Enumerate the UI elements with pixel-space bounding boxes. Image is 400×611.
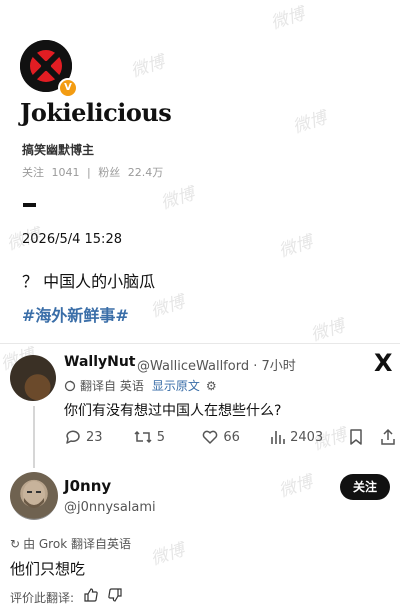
rate-translation-row: 评价此翻译: (10, 588, 122, 606)
share-button[interactable] (380, 428, 400, 446)
reply-icon (66, 430, 80, 444)
translation-note: 翻译自 英语 (80, 379, 144, 393)
like-count: 66 (223, 429, 240, 445)
profile-username[interactable]: Jokielicious (20, 98, 172, 127)
reply-author-name[interactable]: J0nny (64, 477, 111, 495)
translate-icon: ↻ (10, 537, 21, 551)
reply-button[interactable]: 23 (64, 428, 133, 446)
tweet-author-handle[interactable]: @WalliceWallford · 7小时 (137, 355, 296, 374)
post-hashtag[interactable]: #海外新鲜事# (22, 302, 129, 326)
followers-count[interactable]: 22.4万 (128, 166, 164, 179)
wallynut-avatar[interactable] (10, 355, 56, 401)
grok-translation-note: ↻ 由 Grok 翻译自英语 (10, 535, 131, 552)
reply-count: 23 (86, 429, 103, 445)
views-count: 2403 (290, 429, 324, 445)
gear-icon[interactable]: ⚙ (206, 379, 217, 393)
like-button[interactable]: 66 (201, 428, 270, 446)
profile-stats: 关注 1041 | 粉丝 22.4万 (22, 164, 167, 180)
tweet-actions: 23 5 66 2403 (64, 428, 400, 446)
watermark: 微博 (276, 232, 316, 262)
post-timestamp: 2026/5/4 15:28 (22, 232, 122, 247)
thread-line (33, 406, 35, 468)
watermark: 微博 (128, 52, 168, 82)
reply-author-handle[interactable]: @j0nnysalami (64, 500, 156, 515)
watermark: 微博 (276, 472, 316, 502)
watermark: 微博 (308, 316, 348, 346)
section-divider (0, 343, 400, 344)
retweet-count: 5 (156, 429, 165, 445)
j0nny-avatar[interactable] (10, 472, 58, 520)
watermark: 微博 (290, 108, 330, 138)
follow-button[interactable]: 关注 (340, 474, 390, 500)
watermark: 微博 (148, 292, 188, 322)
tweet-author-name[interactable]: WallyNut (64, 354, 136, 370)
thumbs-down-icon[interactable] (108, 588, 122, 606)
profile-bio: 搞笑幽默博主 (22, 143, 95, 157)
bookmark-icon (349, 429, 362, 445)
bookmark-button[interactable] (349, 428, 380, 446)
divider-mark (23, 203, 36, 207)
face-icon (23, 481, 45, 508)
share-icon (381, 428, 395, 445)
grok-note-text: 由 Grok 翻译自英语 (23, 537, 131, 551)
reply-text: 他们只想吃 (10, 560, 86, 578)
post-content: ？ 中国人的小脑瓜 (22, 272, 156, 291)
verified-badge-icon: V (58, 78, 78, 98)
thumbs-up-icon[interactable] (84, 588, 98, 606)
retweet-icon (134, 430, 152, 444)
heart-icon (203, 430, 218, 444)
retweet-button[interactable]: 5 (133, 428, 202, 446)
stats-separator: | (87, 166, 91, 179)
tweet-translation-row: 翻译自 英语 显示原文 ⚙ (64, 377, 217, 394)
watermark: 微博 (158, 184, 198, 214)
show-original-link[interactable]: 显示原文 (152, 377, 200, 394)
watermark: 微博 (268, 4, 308, 34)
views-chart-icon (271, 431, 285, 444)
translate-icon (64, 379, 76, 391)
views-stat[interactable]: 2403 (270, 428, 349, 446)
followers-label: 粉丝 (98, 166, 121, 179)
tweet-text: 你们有没有想过中国人在想些什么? (64, 403, 282, 419)
rate-translation-label: 评价此翻译: (10, 590, 75, 605)
x-logo-icon: X (374, 349, 393, 377)
following-count[interactable]: 1041 (52, 166, 80, 179)
watermark: 微博 (148, 540, 188, 570)
following-label: 关注 (22, 166, 44, 179)
